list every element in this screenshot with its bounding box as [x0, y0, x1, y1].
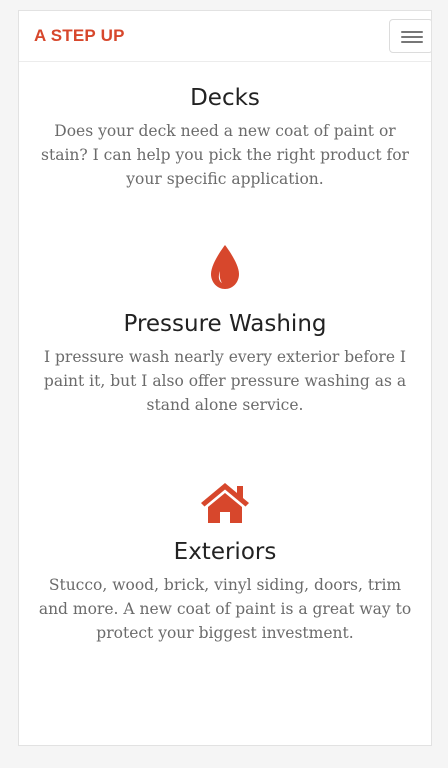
service-description: Stucco, wood, brick, vinyl siding, doors…: [38, 576, 412, 642]
house-icon: [201, 483, 249, 523]
service-title: Pressure Washing: [123, 311, 327, 337]
service-exteriors: Exteriors Stucco, wood, brick, vinyl sid…: [19, 481, 431, 645]
brand-logo[interactable]: A STEP UP: [34, 26, 125, 46]
navbar: A STEP UP: [19, 11, 431, 62]
service-title: Exteriors: [173, 539, 277, 565]
hamburger-icon-bar: [401, 41, 423, 43]
service-description: I pressure wash nearly every exterior be…: [43, 348, 407, 414]
service-decks: Decks Does your deck need a new coat of …: [19, 85, 431, 191]
service-description: Does your deck need a new coat of paint …: [41, 122, 409, 188]
menu-toggle-button[interactable]: [389, 19, 431, 53]
service-pressure-washing: Pressure Washing I pressure wash nearly …: [19, 243, 431, 417]
service-title: Decks: [190, 85, 260, 111]
page-frame: A STEP UP Decks Does your deck need a ne…: [18, 10, 432, 746]
water-drop-icon: [211, 245, 239, 289]
hamburger-icon: [401, 31, 423, 33]
hamburger-icon-bar: [401, 36, 423, 38]
